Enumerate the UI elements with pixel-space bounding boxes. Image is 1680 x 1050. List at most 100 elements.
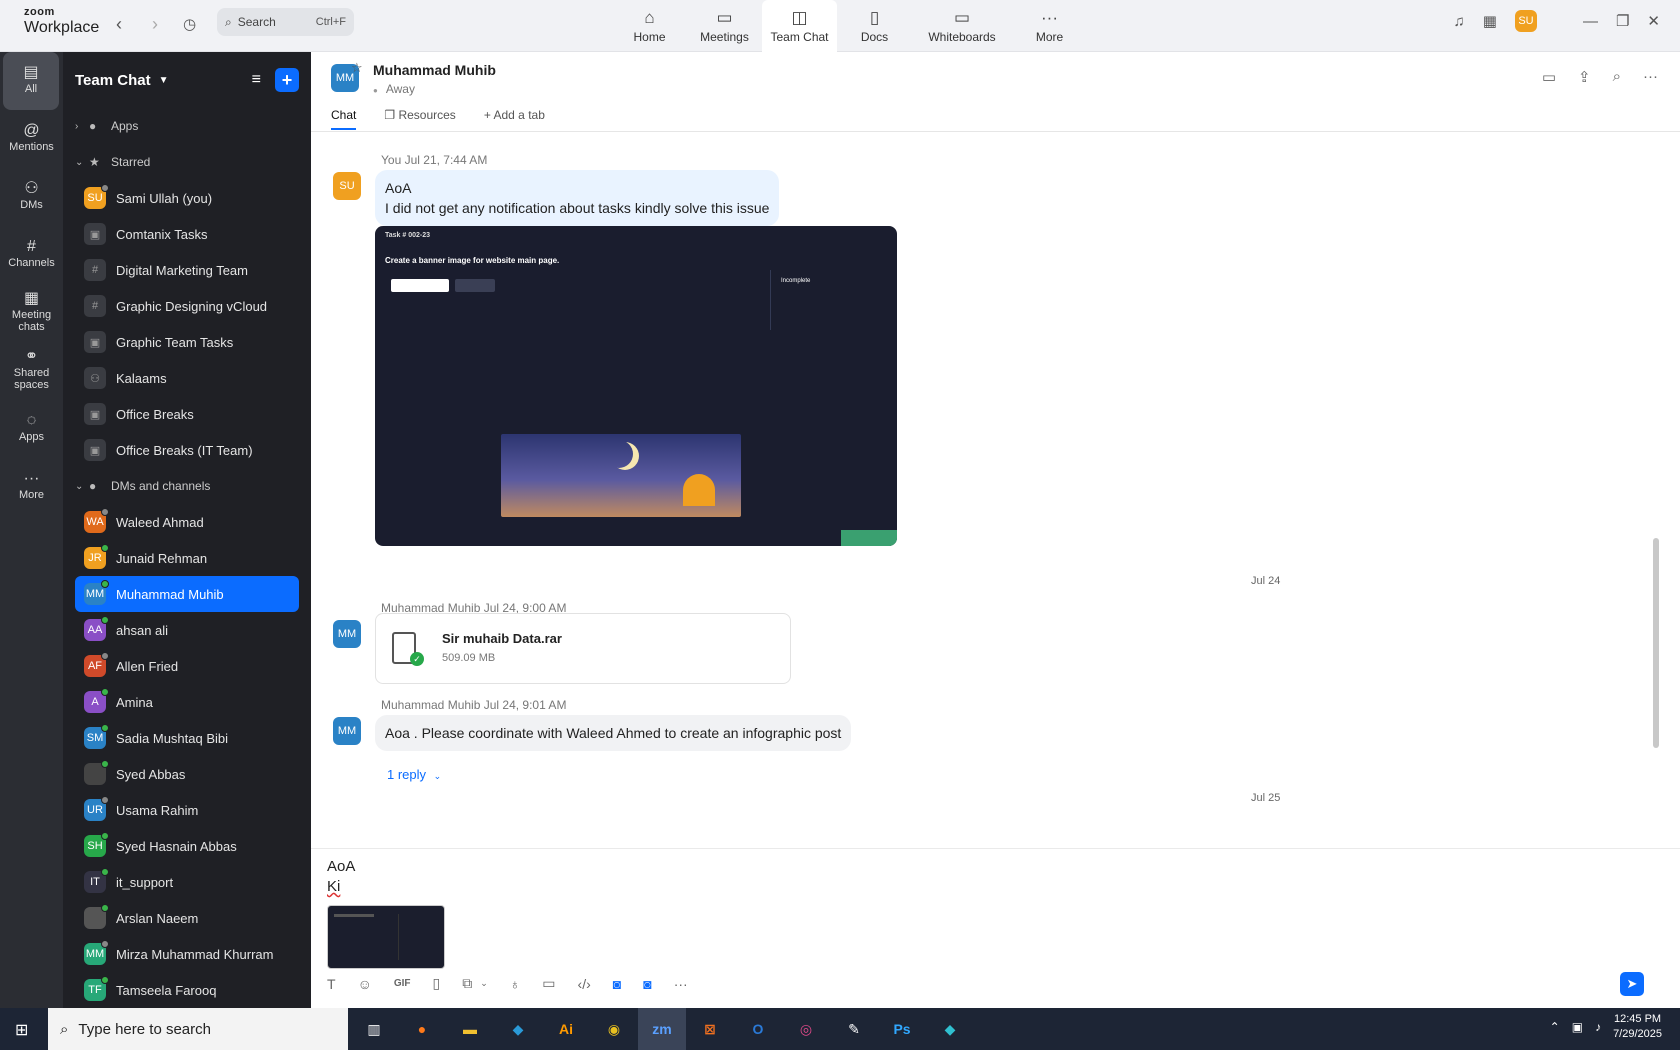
dm-item-junaid-rehman[interactable]: JR Junaid Rehman [63, 540, 311, 576]
dm-item-ahsan-ali[interactable]: AA ahsan ali [63, 612, 311, 648]
share-screen-icon[interactable]: ⇪ [1578, 68, 1591, 86]
composer-input[interactable]: AoA Ki [327, 857, 355, 897]
rail-mentions[interactable]: @ Mentions [0, 110, 63, 168]
section-dms-channels[interactable]: ⌄ ● DMs and channels [63, 468, 311, 504]
sidebar-title[interactable]: Team Chat [75, 72, 151, 89]
message-bubble[interactable]: Aoa . Please coordinate with Waleed Ahme… [375, 715, 852, 751]
emoji-icon[interactable]: ☺ [358, 976, 372, 992]
creative-cloud-icon[interactable]: ◎ [782, 1008, 830, 1050]
app-icon[interactable]: ◆ [926, 1008, 974, 1050]
dm-item-usama-rahim[interactable]: UR Usama Rahim [63, 792, 311, 828]
back-arrow-icon[interactable]: ‹ [116, 14, 122, 35]
outlook-icon[interactable]: O [734, 1008, 782, 1050]
photoshop-icon[interactable]: Ps [878, 1008, 926, 1050]
rail-channels[interactable]: # Channels [0, 226, 63, 284]
history-icon[interactable]: ◷ [183, 15, 196, 33]
maximize-icon[interactable]: ❐ [1616, 12, 1629, 30]
code-icon[interactable]: ‹/› [578, 976, 591, 992]
send-button[interactable]: ➤ [1620, 972, 1644, 996]
microphone-icon[interactable]: ♁ [510, 976, 521, 992]
starred-item-office-breaks-it-team[interactable]: ▣ Office Breaks (IT Team) [63, 432, 311, 468]
calendar-icon[interactable]: ▦ [1483, 12, 1497, 30]
section-apps[interactable]: › ● Apps [63, 108, 311, 144]
screenshot-icon[interactable]: ⧉ [462, 975, 472, 992]
windows-start-icon[interactable]: ⊞ [15, 1020, 28, 1040]
filter-icon[interactable]: ≡ [252, 71, 261, 89]
tab-more[interactable]: ··· More [1012, 0, 1087, 52]
close-icon[interactable]: ✕ [1647, 12, 1660, 30]
file-icon[interactable]: ▯ [433, 975, 441, 992]
dm-item-allen-fried[interactable]: AF Allen Fried [63, 648, 311, 684]
tab-whiteboards[interactable]: ▭ Whiteboards [912, 0, 1012, 52]
forward-arrow-icon[interactable]: › [152, 14, 158, 35]
bell-icon[interactable]: ♫ [1454, 13, 1465, 30]
search-input[interactable]: ⌕ Search Ctrl+F [217, 8, 354, 36]
xampp-icon[interactable]: ⊠ [686, 1008, 734, 1050]
tab-add[interactable]: + Add a tab [484, 108, 545, 130]
message-avatar[interactable]: MM [333, 620, 361, 648]
message-bubble[interactable]: AoA I did not get any notification about… [375, 170, 780, 226]
dm-item-it-support[interactable]: IT it_support [63, 864, 311, 900]
dm-item-amina[interactable]: A Amina [63, 684, 311, 720]
file-name[interactable]: Sir muhaib Data.rar [442, 631, 562, 646]
app-icon[interactable]: ◙ [643, 976, 651, 992]
starred-item-comtanix-tasks[interactable]: ▣ Comtanix Tasks [63, 216, 311, 252]
star-icon[interactable]: ☆ [351, 60, 363, 76]
video-call-icon[interactable]: ▭ [1542, 68, 1556, 86]
starred-item-office-breaks[interactable]: ▣ Office Breaks [63, 396, 311, 432]
attached-screenshot[interactable]: Task # 002-23 Create a banner image for … [375, 226, 897, 546]
tab-team-chat[interactable]: ◫ Team Chat [762, 0, 837, 52]
tab-home[interactable]: ⌂ Home [612, 0, 687, 52]
volume-icon[interactable]: ♪ [1595, 1020, 1601, 1034]
firefox-icon[interactable]: ● [398, 1008, 446, 1050]
starred-item-kalaams[interactable]: ⚇ Kalaams [63, 360, 311, 396]
tab-meetings[interactable]: ▭ Meetings [687, 0, 762, 52]
starred-item-graphic-designing-vcloud[interactable]: # Graphic Designing vCloud [63, 288, 311, 324]
rail-shared-spaces[interactable]: ⚭ Shared spaces [0, 342, 63, 400]
scrollbar[interactable] [1653, 538, 1659, 748]
file-explorer-icon[interactable]: ▬ [446, 1008, 494, 1050]
illustrator-icon[interactable]: Ai [542, 1008, 590, 1050]
dm-item-tamseela-farooq[interactable]: TF Tamseela Farooq [63, 972, 311, 1008]
user-avatar[interactable]: SU [1514, 10, 1537, 32]
rail-more[interactable]: ··· More [0, 458, 63, 516]
pasted-image-thumbnail[interactable] [327, 905, 445, 969]
more-options-icon[interactable]: ··· [1643, 68, 1658, 86]
pen-tool-icon[interactable]: ✎ [830, 1008, 878, 1050]
chevron-up-icon[interactable]: ⌃ [1550, 1020, 1560, 1034]
chat-contact-name[interactable]: Muhammad Muhib [373, 62, 496, 78]
dm-item-arslan-naeem[interactable]: Arslan Naeem [63, 900, 311, 936]
file-attachment[interactable]: ✓ Sir muhaib Data.rar 509.09 MB [375, 613, 791, 684]
replies-link[interactable]: 1 reply ⌄ [387, 767, 441, 782]
search-icon[interactable]: ⌕ [1613, 68, 1621, 86]
message-avatar[interactable]: SU [333, 172, 361, 200]
zoom-icon[interactable]: zm [638, 1008, 686, 1050]
more-options-icon[interactable]: ··· [674, 976, 688, 992]
rail-dms[interactable]: ⚇ DMs [0, 168, 63, 226]
minimize-icon[interactable]: — [1583, 13, 1598, 30]
starred-item-digital-marketing-team[interactable]: # Digital Marketing Team [63, 252, 311, 288]
starred-item-sami-ullah-you[interactable]: SU Sami Ullah (you) [63, 180, 311, 216]
dm-item-muhammad-muhib[interactable]: MM Muhammad Muhib [75, 576, 299, 612]
section-starred[interactable]: ⌄ ★ Starred [63, 144, 311, 180]
taskbar-search-input[interactable]: ⌕ Type here to search [48, 1008, 348, 1050]
rail-all[interactable]: ▤ All [3, 52, 59, 110]
message-avatar[interactable]: MM [333, 717, 361, 745]
format-text-icon[interactable]: T [327, 976, 336, 992]
rail-meeting-chats[interactable]: ▦ Meeting chats [0, 284, 63, 342]
dm-item-mirza-muhammad-khurram[interactable]: MM Mirza Muhammad Khurram [63, 936, 311, 972]
video-message-icon[interactable]: ▭ [542, 975, 555, 992]
dm-item-syed-abbas[interactable]: Syed Abbas [63, 756, 311, 792]
starred-item-graphic-team-tasks[interactable]: ▣ Graphic Team Tasks [63, 324, 311, 360]
tab-docs[interactable]: ▯ Docs [837, 0, 912, 52]
chrome-icon[interactable]: ◉ [590, 1008, 638, 1050]
chevron-down-icon[interactable]: ⌄ [480, 978, 488, 989]
dm-item-syed-hasnain-abbas[interactable]: SH Syed Hasnain Abbas [63, 828, 311, 864]
chevron-down-icon[interactable]: ▼ [159, 75, 169, 86]
tab-resources[interactable]: ❐ Resources [384, 108, 455, 130]
taskbar-clock[interactable]: 12:45 PM 7/29/2025 [1613, 1012, 1662, 1042]
gif-icon[interactable]: GIF [394, 978, 411, 989]
app-icon[interactable]: ◙ [613, 976, 621, 992]
rail-apps[interactable]: ◌ Apps [0, 400, 63, 458]
dm-item-waleed-ahmad[interactable]: WA Waleed Ahmad [63, 504, 311, 540]
